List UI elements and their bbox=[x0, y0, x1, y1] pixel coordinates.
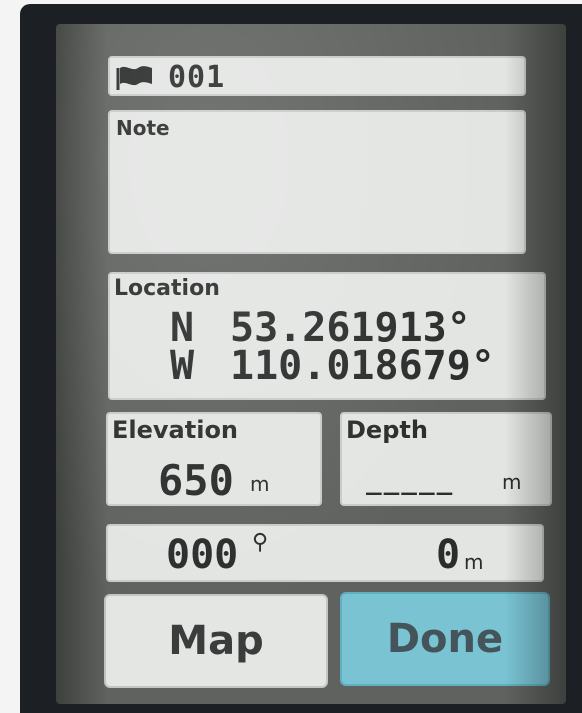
status-strip: 000 ⚲ 0 m bbox=[106, 524, 544, 582]
elevation-field[interactable]: Elevation 650 m bbox=[106, 412, 322, 506]
done-button[interactable]: Done bbox=[340, 592, 550, 686]
elevation-unit: m bbox=[250, 472, 270, 496]
pin-icon: ⚲ bbox=[252, 530, 269, 555]
location-field[interactable]: Location N 53.261913° W 110.018679° bbox=[108, 272, 546, 400]
elevation-label: Elevation bbox=[112, 416, 239, 444]
depth-value: _____ bbox=[366, 466, 455, 496]
latitude-row: N 53.261913° bbox=[170, 308, 540, 348]
heading-value: 000 bbox=[166, 532, 239, 578]
depth-label: Depth bbox=[346, 416, 428, 444]
waypoint-name: 001 bbox=[168, 60, 226, 95]
latitude-value: 53.261913° bbox=[230, 305, 471, 351]
map-button[interactable]: Map bbox=[104, 594, 328, 688]
latitude-hemisphere: N bbox=[170, 305, 195, 351]
longitude-hemisphere: W bbox=[170, 343, 195, 389]
waypoint-name-field[interactable]: 001 bbox=[108, 56, 526, 96]
distance-value: 0 bbox=[436, 532, 461, 578]
note-label: Note bbox=[116, 116, 170, 140]
longitude-row: W 110.018679° bbox=[170, 346, 540, 386]
elevation-value: 650 bbox=[158, 456, 234, 505]
distance-unit: m bbox=[464, 550, 484, 574]
location-label: Location bbox=[114, 276, 220, 301]
depth-unit: m bbox=[502, 470, 522, 494]
flag-icon bbox=[116, 66, 152, 90]
photo-background: 001 Note Location N 53.261913° W 110.01867… bbox=[0, 0, 582, 713]
device-screen: 001 Note Location N 53.261913° W 110.01867… bbox=[56, 24, 566, 704]
longitude-value: 110.018679° bbox=[230, 343, 495, 389]
note-field[interactable]: Note bbox=[108, 110, 526, 254]
gps-device: 001 Note Location N 53.261913° W 110.01867… bbox=[20, 4, 582, 713]
depth-field[interactable]: Depth _____ m bbox=[340, 412, 552, 506]
